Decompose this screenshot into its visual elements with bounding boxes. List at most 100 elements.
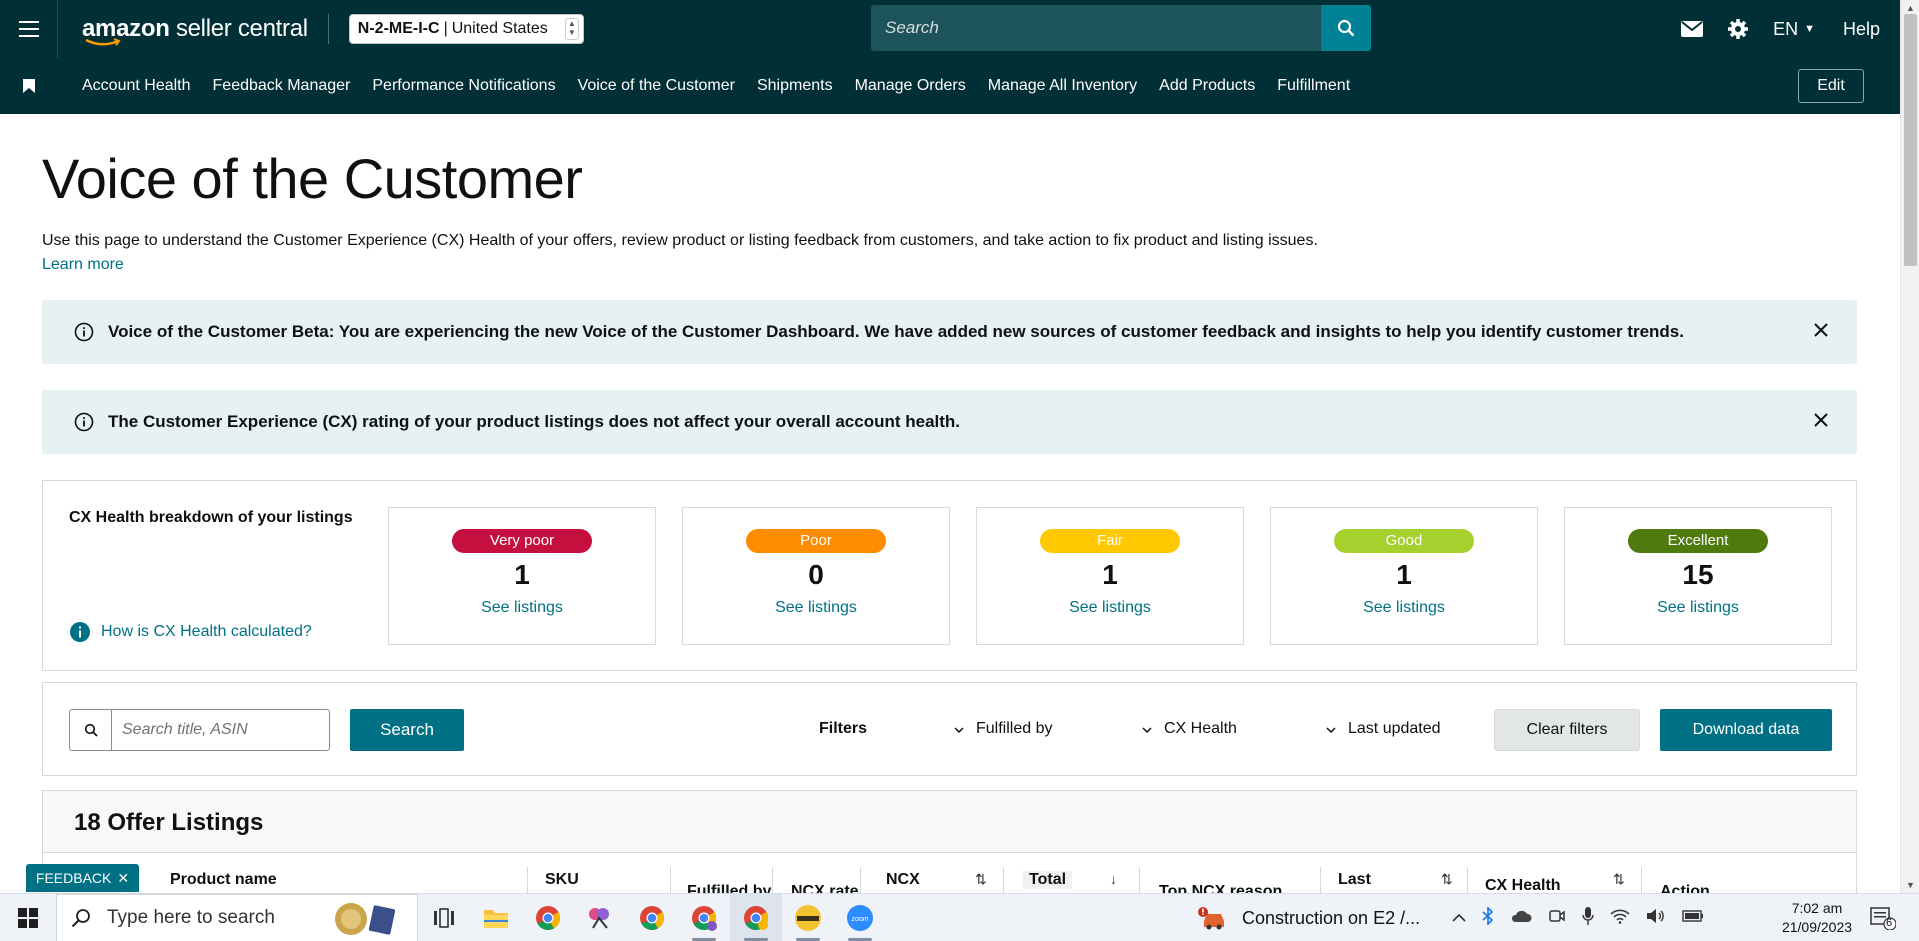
download-data-button[interactable]: Download data: [1660, 709, 1832, 751]
cx-count-very-poor: 1: [514, 559, 530, 590]
col-ncx[interactable]: NCX: [886, 871, 920, 889]
nav-item-manage-orders[interactable]: Manage Orders: [855, 77, 966, 95]
learn-more-link[interactable]: Learn more: [42, 256, 124, 274]
marketplace-selector[interactable]: N-2-ME-I-C | United States ▲ ▼: [348, 14, 584, 44]
traffic-notice-text: Construction on E2 /...: [1242, 907, 1421, 928]
menu-icon[interactable]: [0, 0, 58, 58]
cx-health-filter-label: CX Health: [1164, 720, 1237, 737]
nav-item-fulfillment[interactable]: Fulfillment: [1277, 77, 1350, 95]
see-listings-fair-link[interactable]: See listings: [977, 599, 1243, 617]
traffic-notice[interactable]: Construction on E2 /...: [1198, 894, 1420, 941]
listing-search-field[interactable]: Search title, ASIN: [69, 709, 330, 751]
zoom-icon[interactable]: zoom: [834, 894, 886, 941]
help-link[interactable]: Help: [1843, 19, 1880, 40]
snipping-tool-icon[interactable]: [574, 894, 626, 941]
language-label: EN: [1773, 18, 1799, 39]
nav-item-performance-notifications[interactable]: Performance Notifications: [372, 77, 555, 95]
last-updated-dropdown[interactable]: Last updated: [1326, 720, 1441, 738]
bookmark-icon[interactable]: [0, 79, 58, 93]
nav-item-voice-of-the-customer[interactable]: Voice of the Customer: [578, 77, 735, 95]
feedback-tab[interactable]: FEEDBACK ✕: [26, 864, 139, 892]
fulfilled-by-dropdown[interactable]: Fulfilled by: [954, 720, 1052, 738]
volume-icon[interactable]: [1646, 908, 1666, 929]
app-coin-icon[interactable]: [782, 894, 834, 941]
taskbar-search-box[interactable]: Type here to search: [56, 893, 418, 941]
language-selector[interactable]: EN ▼: [1773, 19, 1815, 40]
see-listings-excellent-link[interactable]: See listings: [1565, 599, 1831, 617]
chrome-icon[interactable]: [626, 894, 678, 941]
chevron-down-icon: [1142, 720, 1152, 738]
chrome-icon[interactable]: [678, 894, 730, 941]
listing-search-input[interactable]: Search title, ASIN: [112, 710, 248, 750]
see-listings-poor-link[interactable]: See listings: [683, 599, 949, 617]
nav-item-shipments[interactable]: Shipments: [757, 77, 833, 95]
cx-health-dropdown[interactable]: CX Health: [1142, 720, 1237, 738]
sort-icon[interactable]: ⇅: [975, 871, 987, 888]
scrollbar-thumb[interactable]: [1904, 14, 1917, 266]
clear-filters-button[interactable]: Clear filters: [1494, 709, 1640, 751]
cx-pill-fair: Fair: [1040, 529, 1180, 553]
global-search-button[interactable]: [1321, 5, 1371, 51]
notification-center-icon[interactable]: 6: [1870, 906, 1897, 935]
col-total[interactable]: Total: [1023, 871, 1073, 889]
see-listings-good-link[interactable]: See listings: [1271, 599, 1537, 617]
sort-icon[interactable]: ⇅: [1613, 871, 1625, 888]
nav-item-manage-all-inventory[interactable]: Manage All Inventory: [988, 77, 1137, 95]
active-app-indicator: [848, 937, 872, 941]
up-down-arrows-icon: ▲ ▼: [564, 18, 579, 40]
feedback-tab-label: FEEDBACK: [35, 870, 112, 886]
taskbar-clock[interactable]: 7:02 am 21/09/2023: [1772, 899, 1862, 937]
nav-item-account-health[interactable]: Account Health: [82, 77, 191, 95]
windows-start-icon[interactable]: [0, 894, 56, 941]
cx-health-how-link[interactable]: How is CX Health calculated?: [69, 621, 312, 643]
sort-descending-icon[interactable]: ↓: [1110, 871, 1117, 887]
col-last-updated[interactable]: Last: [1338, 871, 1371, 889]
edit-nav-button[interactable]: Edit: [1798, 69, 1864, 103]
info-icon: [74, 412, 94, 432]
col-sku[interactable]: SKU: [545, 871, 579, 889]
nav-item-add-products[interactable]: Add Products: [1159, 77, 1255, 95]
close-icon[interactable]: ✕: [117, 870, 129, 887]
chrome-icon[interactable]: [522, 894, 574, 941]
onedrive-cloud-icon[interactable]: [1510, 909, 1532, 928]
account-name: N-2-ME-I-C: [357, 20, 440, 37]
sort-icon[interactable]: ⇅: [1441, 871, 1453, 888]
cx-pill-good: Good: [1334, 529, 1474, 553]
global-search-input[interactable]: Search: [871, 5, 1321, 51]
wifi-icon[interactable]: [1610, 908, 1630, 929]
mail-icon[interactable]: [1681, 21, 1704, 37]
see-listings-very-poor-link[interactable]: See listings: [389, 599, 655, 617]
close-icon[interactable]: [1813, 412, 1829, 433]
scroll-down-arrow-icon[interactable]: ▼: [1906, 880, 1915, 890]
taskbar-time: 7:02 am: [1791, 900, 1843, 916]
chevron-up-icon[interactable]: [1452, 909, 1466, 927]
close-icon[interactable]: [1813, 322, 1829, 343]
meet-now-icon[interactable]: [1548, 907, 1566, 930]
bluetooth-icon[interactable]: [1482, 905, 1494, 930]
cx-card-fair: Fair 1 See listings: [976, 507, 1244, 645]
header-right-tools: EN ▼ Help: [1681, 0, 1900, 58]
listing-search-button[interactable]: Search: [350, 709, 464, 751]
cx-health-title: CX Health breakdown of your listings: [69, 509, 353, 526]
cx-health-how-label: How is CX Health calculated?: [101, 623, 312, 640]
microphone-icon[interactable]: [1582, 906, 1594, 931]
battery-icon[interactable]: [1682, 909, 1704, 927]
task-view-icon[interactable]: [418, 894, 470, 941]
cx-count-excellent: 15: [1682, 559, 1714, 590]
amazon-seller-central-logo[interactable]: amazon seller central: [82, 12, 308, 46]
cx-count-good: 1: [1396, 559, 1412, 590]
car-warning-icon: [1198, 907, 1224, 930]
beta-alert-message: Voice of the Customer Beta: You are expe…: [108, 322, 1684, 341]
nav-item-feedback-manager[interactable]: Feedback Manager: [213, 77, 351, 95]
chrome-icon[interactable]: [730, 893, 782, 941]
settings-gear-icon[interactable]: [1727, 18, 1749, 40]
windows-taskbar: Type here to search zoom Construction on…: [0, 893, 1919, 941]
page-scrollbar[interactable]: ▲ ▼: [1900, 0, 1919, 893]
active-app-indicator: [692, 937, 716, 941]
listings-count-title: 18 Offer Listings: [74, 809, 264, 836]
cx-card-excellent: Excellent 15 See listings: [1564, 507, 1832, 645]
account-separator: |: [443, 20, 448, 37]
scroll-up-arrow-icon[interactable]: ▲: [1906, 3, 1915, 13]
file-explorer-icon[interactable]: [470, 894, 522, 941]
col-product-name[interactable]: Product name: [170, 871, 277, 889]
